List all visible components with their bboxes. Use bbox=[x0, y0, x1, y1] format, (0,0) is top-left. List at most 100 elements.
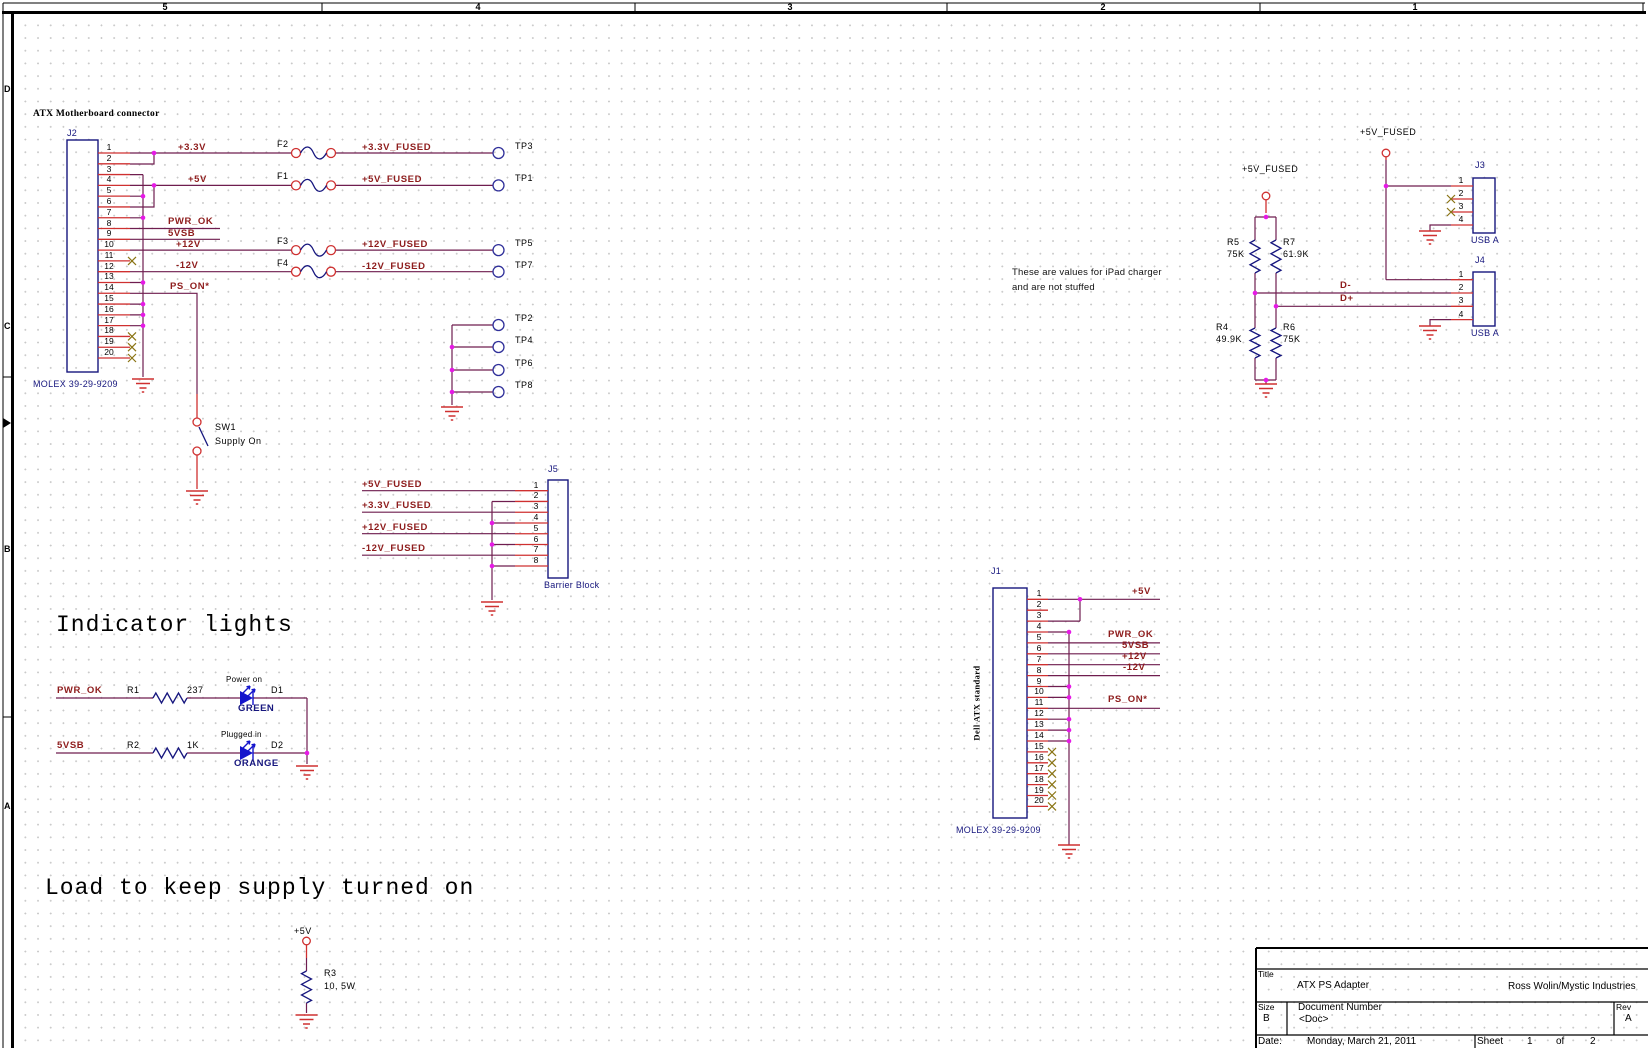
zone-col-5: 5 bbox=[162, 3, 167, 12]
j2-pin-6: 6 bbox=[107, 197, 112, 206]
fuse-terminal-icon bbox=[327, 149, 336, 158]
net-label-5vsb: 5VSB bbox=[168, 229, 195, 239]
net-label-pwr-ok: PWR_OK bbox=[168, 217, 213, 227]
titleblock-sheet-num: 1 bbox=[1527, 1037, 1533, 1047]
net-label-12v: +12V bbox=[176, 240, 201, 250]
no-connect-icon bbox=[1048, 759, 1056, 767]
power-flag-icon bbox=[1382, 149, 1390, 157]
testpoint-icon bbox=[493, 320, 504, 331]
power-flag-icon bbox=[1262, 192, 1270, 200]
junction-dot bbox=[1067, 739, 1072, 744]
no-connect-icon bbox=[1048, 802, 1056, 810]
r5-ref: R5 bbox=[1227, 238, 1240, 247]
d2-ref: D2 bbox=[271, 741, 284, 750]
r3-ref: R3 bbox=[324, 969, 337, 978]
fuse-terminal-icon bbox=[327, 181, 336, 190]
j1-pin-5: 5 bbox=[1037, 633, 1042, 642]
no-connect-icon bbox=[1048, 781, 1056, 789]
d2-note: Plugged in bbox=[221, 731, 262, 739]
j1-pin-7: 7 bbox=[1037, 655, 1042, 664]
f3-ref: F3 bbox=[277, 237, 289, 246]
j1-pin-13: 13 bbox=[1034, 720, 1043, 729]
net-label-d-minus: D- bbox=[1340, 281, 1351, 291]
r1-value: 237 bbox=[187, 686, 204, 695]
j1-pin-9: 9 bbox=[1037, 677, 1042, 686]
connector-pin-stubs bbox=[98, 153, 1473, 806]
ground-icon bbox=[1255, 384, 1277, 397]
fuse-terminal-icon bbox=[327, 267, 336, 276]
tp8-label: TP8 bbox=[515, 381, 533, 390]
j5-net-3v3-fused: +3.3V_FUSED bbox=[362, 501, 431, 511]
junction-dot bbox=[450, 368, 455, 373]
titleblock-title-label: Title bbox=[1258, 970, 1274, 979]
fuse-terminal-icon bbox=[327, 246, 336, 255]
junction-dot bbox=[490, 564, 495, 569]
net-label-d-plus: D+ bbox=[1340, 294, 1354, 304]
titleblock-date-label: Date: bbox=[1258, 1037, 1282, 1047]
power-flag-5v-fused-left: +5V_FUSED bbox=[1242, 165, 1298, 174]
sw1-ref: SW1 bbox=[215, 423, 236, 432]
testpoint-icon bbox=[493, 180, 504, 191]
r5-value: 75K bbox=[1227, 250, 1245, 259]
net-label-3v3-fused: +3.3V_FUSED bbox=[362, 143, 431, 153]
j2-pin-11: 11 bbox=[105, 251, 114, 260]
junction-dot bbox=[450, 390, 455, 395]
j5-pin-1: 1 bbox=[534, 481, 539, 490]
j2-pin-2: 2 bbox=[107, 154, 112, 163]
f4-ref: F4 bbox=[277, 259, 289, 268]
j5-pin-8: 8 bbox=[534, 556, 539, 565]
r3-power-label: +5V bbox=[294, 927, 312, 936]
net-label-neg12v-fused: -12V_FUSED bbox=[362, 262, 426, 272]
j2-connector-body bbox=[67, 140, 98, 372]
j2-pin-13: 13 bbox=[104, 272, 113, 281]
testpoint-icon bbox=[493, 387, 504, 398]
j4-pin-4: 4 bbox=[1459, 310, 1464, 319]
j5-pin-5: 5 bbox=[534, 524, 539, 533]
j5-pin-7: 7 bbox=[534, 545, 539, 554]
junction-dot bbox=[1274, 304, 1279, 309]
ground-icon bbox=[296, 766, 318, 779]
titleblock-docnum-label: Document Number bbox=[1298, 1003, 1382, 1013]
j5-net-12v-fused: +12V_FUSED bbox=[362, 523, 428, 533]
power-flag-icon bbox=[303, 937, 311, 945]
junction-dot bbox=[141, 313, 146, 318]
switch-blade-icon bbox=[199, 427, 208, 446]
j5-pin-6: 6 bbox=[534, 535, 539, 544]
junction-dot bbox=[450, 345, 455, 350]
titleblock-rev: A bbox=[1625, 1014, 1632, 1024]
j3-pin-2: 2 bbox=[1459, 189, 1464, 198]
ground-icon bbox=[1058, 845, 1080, 858]
j1-pin-20: 20 bbox=[1034, 796, 1043, 805]
tp5-label: TP5 bbox=[515, 239, 533, 248]
junction-dot bbox=[141, 302, 146, 307]
junction-dot bbox=[1067, 728, 1072, 733]
j3-pin-3: 3 bbox=[1459, 202, 1464, 211]
j1-connector-body bbox=[993, 588, 1027, 818]
ground-icon bbox=[1419, 231, 1441, 244]
j2-pin-14: 14 bbox=[104, 283, 113, 292]
junction-dot bbox=[1067, 717, 1072, 722]
r6-value: 75K bbox=[1283, 335, 1301, 344]
junction-dot bbox=[305, 751, 310, 756]
j3-ref: J3 bbox=[1475, 161, 1485, 170]
titleblock-size-label: Size bbox=[1258, 1003, 1275, 1012]
j5-pin-4: 4 bbox=[534, 513, 539, 522]
zone-col-3: 3 bbox=[787, 3, 792, 12]
fuse-terminal-icon bbox=[292, 149, 301, 158]
j2-pin-7: 7 bbox=[107, 208, 112, 217]
junction-dot bbox=[1078, 597, 1083, 602]
net-label-3v3: +3.3V bbox=[178, 143, 206, 153]
junction-dot bbox=[152, 183, 157, 188]
junction-dot bbox=[152, 151, 157, 156]
junction-dot bbox=[1384, 184, 1389, 189]
j2-pin-16: 16 bbox=[104, 305, 113, 314]
j5-connector-body bbox=[548, 480, 568, 578]
zone-row-D: D bbox=[4, 85, 11, 94]
titleblock-outer-border bbox=[1256, 948, 1648, 1048]
tp3-label: TP3 bbox=[515, 142, 533, 151]
j2-pin-8: 8 bbox=[107, 219, 112, 228]
fuse-element-icon bbox=[301, 266, 327, 278]
j1-pin-8: 8 bbox=[1037, 666, 1042, 675]
titleblock-sheet-total: 2 bbox=[1590, 1037, 1596, 1047]
junction-dot bbox=[1067, 630, 1072, 635]
